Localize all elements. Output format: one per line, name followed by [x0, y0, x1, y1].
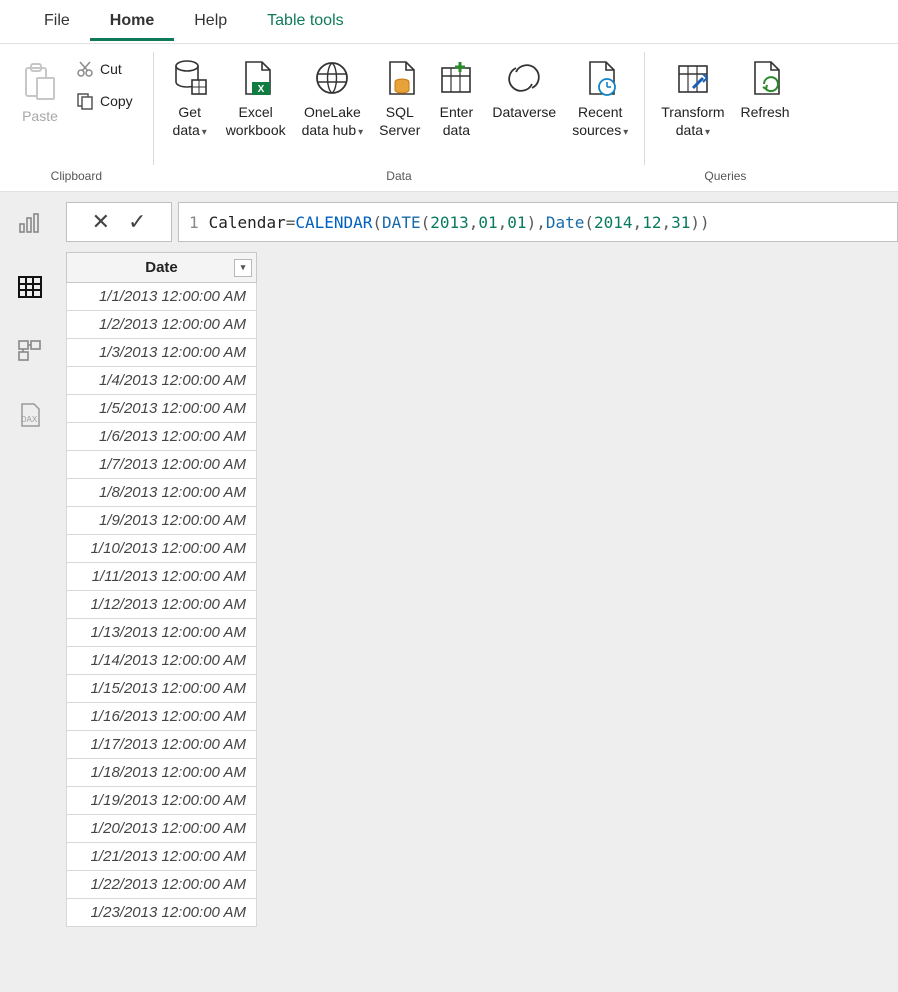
- table-row[interactable]: 1/7/2013 12:00:00 AM: [67, 451, 257, 479]
- table-row[interactable]: 1/14/2013 12:00:00 AM: [67, 647, 257, 675]
- svg-text:X: X: [257, 84, 264, 95]
- data-table-wrap: Date ▾ 1/1/2013 12:00:00 AM1/2/2013 12:0…: [60, 252, 898, 927]
- ribbon-tabs: File Home Help Table tools: [0, 0, 898, 44]
- transform-icon: [673, 56, 713, 100]
- ribbon: Paste Cut Copy Clipboard: [0, 44, 898, 192]
- cell-date[interactable]: 1/15/2013 12:00:00 AM: [67, 675, 257, 703]
- formula-commit-box: ✕ ✓: [66, 202, 172, 242]
- table-row[interactable]: 1/15/2013 12:00:00 AM: [67, 675, 257, 703]
- cell-date[interactable]: 1/17/2013 12:00:00 AM: [67, 731, 257, 759]
- table-row[interactable]: 1/23/2013 12:00:00 AM: [67, 899, 257, 927]
- cut-button[interactable]: Cut: [70, 56, 139, 82]
- group-label-data: Data: [386, 169, 411, 187]
- ribbon-group-data: Getdata▾ X Excelworkbook OneLakedata hub…: [154, 44, 645, 191]
- enter-data-icon: [436, 56, 476, 100]
- group-label-clipboard: Clipboard: [51, 169, 102, 187]
- table-row[interactable]: 1/19/2013 12:00:00 AM: [67, 787, 257, 815]
- tab-file[interactable]: File: [24, 2, 90, 41]
- recent-sources-button[interactable]: Recentsources▾: [564, 50, 636, 139]
- cell-date[interactable]: 1/20/2013 12:00:00 AM: [67, 815, 257, 843]
- transform-data-button[interactable]: Transformdata▾: [653, 50, 732, 139]
- excel-icon: X: [236, 56, 276, 100]
- scissors-icon: [76, 60, 94, 78]
- cell-date[interactable]: 1/23/2013 12:00:00 AM: [67, 899, 257, 927]
- paste-button[interactable]: Paste: [12, 54, 68, 126]
- cell-date[interactable]: 1/1/2013 12:00:00 AM: [67, 283, 257, 311]
- tab-help[interactable]: Help: [174, 2, 247, 41]
- table-row[interactable]: 1/16/2013 12:00:00 AM: [67, 703, 257, 731]
- refresh-button[interactable]: Refresh: [733, 50, 798, 122]
- paste-icon: [23, 60, 57, 104]
- cell-date[interactable]: 1/12/2013 12:00:00 AM: [67, 591, 257, 619]
- table-row[interactable]: 1/6/2013 12:00:00 AM: [67, 423, 257, 451]
- cell-date[interactable]: 1/22/2013 12:00:00 AM: [67, 871, 257, 899]
- onelake-icon: [312, 56, 352, 100]
- commit-formula-button[interactable]: ✓: [128, 209, 146, 235]
- sql-server-button[interactable]: SQLServer: [371, 50, 428, 139]
- table-row[interactable]: 1/10/2013 12:00:00 AM: [67, 535, 257, 563]
- group-label-queries: Queries: [704, 169, 746, 187]
- table-row[interactable]: 1/17/2013 12:00:00 AM: [67, 731, 257, 759]
- cell-date[interactable]: 1/2/2013 12:00:00 AM: [67, 311, 257, 339]
- tab-home[interactable]: Home: [90, 2, 174, 41]
- dataverse-icon: [504, 56, 544, 100]
- cell-date[interactable]: 1/19/2013 12:00:00 AM: [67, 787, 257, 815]
- cell-date[interactable]: 1/8/2013 12:00:00 AM: [67, 479, 257, 507]
- column-header-date[interactable]: Date ▾: [67, 253, 257, 283]
- refresh-icon: [745, 56, 785, 100]
- table-row[interactable]: 1/1/2013 12:00:00 AM: [67, 283, 257, 311]
- table-row[interactable]: 1/21/2013 12:00:00 AM: [67, 843, 257, 871]
- dax-view-button[interactable]: DAX: [13, 398, 47, 432]
- table-row[interactable]: 1/9/2013 12:00:00 AM: [67, 507, 257, 535]
- cell-date[interactable]: 1/16/2013 12:00:00 AM: [67, 703, 257, 731]
- enter-data-button[interactable]: Enterdata: [428, 50, 484, 139]
- table-row[interactable]: 1/5/2013 12:00:00 AM: [67, 395, 257, 423]
- model-view-button[interactable]: [13, 334, 47, 368]
- copy-button[interactable]: Copy: [70, 88, 139, 114]
- report-view-button[interactable]: [13, 206, 47, 240]
- tab-table-tools[interactable]: Table tools: [247, 2, 364, 41]
- ribbon-group-clipboard: Paste Cut Copy Clipboard: [0, 44, 153, 191]
- table-row[interactable]: 1/13/2013 12:00:00 AM: [67, 619, 257, 647]
- data-table: Date ▾ 1/1/2013 12:00:00 AM1/2/2013 12:0…: [66, 252, 257, 927]
- formula-row: ✕ ✓ 1Calendar = CALENDAR(DATE(2013,01,01…: [60, 192, 898, 252]
- cell-date[interactable]: 1/7/2013 12:00:00 AM: [67, 451, 257, 479]
- cell-date[interactable]: 1/3/2013 12:00:00 AM: [67, 339, 257, 367]
- sql-server-icon: [380, 56, 420, 100]
- cell-date[interactable]: 1/14/2013 12:00:00 AM: [67, 647, 257, 675]
- table-row[interactable]: 1/22/2013 12:00:00 AM: [67, 871, 257, 899]
- dataverse-button[interactable]: Dataverse: [484, 50, 564, 122]
- data-view-button[interactable]: [13, 270, 47, 304]
- table-row[interactable]: 1/3/2013 12:00:00 AM: [67, 339, 257, 367]
- cell-date[interactable]: 1/21/2013 12:00:00 AM: [67, 843, 257, 871]
- cell-date[interactable]: 1/13/2013 12:00:00 AM: [67, 619, 257, 647]
- ribbon-group-queries: Transformdata▾ Refresh Queries: [645, 44, 805, 191]
- table-row[interactable]: 1/20/2013 12:00:00 AM: [67, 815, 257, 843]
- get-data-button[interactable]: Getdata▾: [162, 50, 218, 139]
- table-row[interactable]: 1/12/2013 12:00:00 AM: [67, 591, 257, 619]
- database-icon: [170, 56, 210, 100]
- svg-text:DAX: DAX: [21, 415, 38, 424]
- cell-date[interactable]: 1/18/2013 12:00:00 AM: [67, 759, 257, 787]
- cell-date[interactable]: 1/10/2013 12:00:00 AM: [67, 535, 257, 563]
- cell-date[interactable]: 1/6/2013 12:00:00 AM: [67, 423, 257, 451]
- recent-icon: [580, 56, 620, 100]
- cell-date[interactable]: 1/9/2013 12:00:00 AM: [67, 507, 257, 535]
- workspace: DAX ✕ ✓ 1Calendar = CALENDAR(DATE(2013,0…: [0, 192, 898, 992]
- table-row[interactable]: 1/2/2013 12:00:00 AM: [67, 311, 257, 339]
- formula-bar[interactable]: 1Calendar = CALENDAR(DATE(2013,01,01),Da…: [178, 202, 898, 242]
- table-row[interactable]: 1/4/2013 12:00:00 AM: [67, 367, 257, 395]
- table-row[interactable]: 1/11/2013 12:00:00 AM: [67, 563, 257, 591]
- cell-date[interactable]: 1/4/2013 12:00:00 AM: [67, 367, 257, 395]
- cell-date[interactable]: 1/11/2013 12:00:00 AM: [67, 563, 257, 591]
- onelake-data-hub-button[interactable]: OneLakedata hub▾: [294, 50, 372, 139]
- table-row[interactable]: 1/18/2013 12:00:00 AM: [67, 759, 257, 787]
- cancel-formula-button[interactable]: ✕: [92, 209, 110, 235]
- cell-date[interactable]: 1/5/2013 12:00:00 AM: [67, 395, 257, 423]
- copy-icon: [76, 92, 94, 110]
- table-row[interactable]: 1/8/2013 12:00:00 AM: [67, 479, 257, 507]
- excel-workbook-button[interactable]: X Excelworkbook: [218, 50, 294, 139]
- view-rail: DAX: [0, 192, 60, 992]
- filter-icon[interactable]: ▾: [234, 259, 252, 277]
